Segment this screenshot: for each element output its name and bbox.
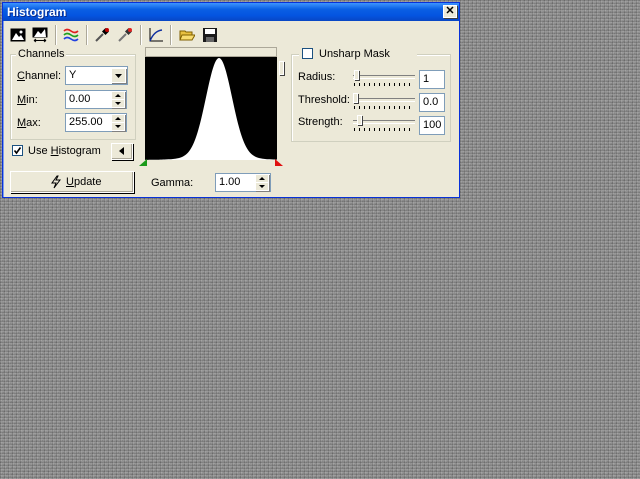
strength-slider-thumb[interactable] (357, 115, 362, 125)
toolbar-separator (140, 25, 142, 45)
max-label: Max: (17, 117, 41, 129)
arrow-up-icon (115, 94, 121, 97)
play-left-icon (119, 147, 124, 155)
checkmark-icon (13, 147, 22, 155)
histogram-top-strip (145, 47, 277, 57)
eyedropper-red-icon (118, 27, 133, 42)
arrow-down-icon (259, 185, 265, 188)
histogram-plot (145, 57, 277, 160)
channel-select[interactable]: Y (65, 66, 128, 85)
black-point-marker-icon[interactable] (139, 159, 147, 166)
strength-value: 100 (423, 119, 442, 131)
arrow-down-icon (115, 102, 121, 105)
use-histogram-label[interactable]: Use Histogram (28, 145, 101, 157)
max-input[interactable]: 255.00 (65, 113, 127, 132)
white-point-picker-button[interactable] (115, 25, 135, 45)
strength-input[interactable]: 100 (419, 116, 445, 135)
image-arrows-icon (32, 27, 48, 43)
threshold-input[interactable]: 0.0 (419, 93, 445, 112)
histogram-window: Histogram ✕ Channels Channel: Y Min: 0.0… (2, 2, 460, 198)
min-value: 0.00 (69, 93, 91, 105)
arrow-up-icon (259, 177, 265, 180)
radius-slider[interactable] (353, 70, 415, 86)
open-folder-icon (179, 30, 195, 41)
close-button[interactable]: ✕ (443, 5, 457, 18)
white-point-marker-icon[interactable] (275, 159, 283, 166)
channels-legend: Channels (16, 48, 67, 60)
toolbar-separator (170, 25, 172, 45)
toolbar-separator (55, 25, 57, 45)
max-spin-down[interactable] (111, 122, 125, 131)
save-button[interactable] (200, 25, 220, 45)
resize-image-button[interactable] (30, 25, 50, 45)
radius-label: Radius: (298, 71, 336, 83)
color-waves-icon (63, 28, 79, 42)
collapse-button[interactable] (111, 143, 133, 160)
min-spin-down[interactable] (111, 99, 125, 108)
channels-button[interactable] (61, 25, 81, 45)
channel-label: Channel: (17, 70, 62, 82)
chevron-down-icon (115, 74, 122, 78)
max-value: 255.00 (69, 116, 103, 128)
threshold-slider[interactable] (353, 93, 415, 109)
min-label: Min: (17, 94, 38, 106)
window-title: Histogram (7, 5, 67, 19)
radius-value: 1 (423, 73, 430, 85)
threshold-slider-thumb[interactable] (353, 93, 358, 103)
update-label: Update (66, 176, 102, 188)
gamma-spin-down[interactable] (255, 182, 269, 191)
close-icon: ✕ (445, 5, 455, 17)
use-histogram-checkbox[interactable] (12, 145, 23, 156)
save-disk-icon (203, 28, 217, 42)
unsharp-mask-label[interactable]: Unsharp Mask (319, 48, 390, 60)
threshold-label: Threshold: (298, 94, 350, 106)
min-input[interactable]: 0.00 (65, 90, 127, 109)
threshold-value: 0.0 (423, 96, 439, 108)
lightning-icon (51, 175, 61, 189)
strength-label: Strength: (298, 116, 343, 128)
histogram-curve (145, 58, 277, 160)
radius-input[interactable]: 1 (419, 70, 445, 89)
strength-slider[interactable] (353, 115, 415, 131)
update-button[interactable]: Update (10, 171, 134, 193)
unsharp-mask-checkbox[interactable] (302, 48, 313, 59)
black-point-picker-button[interactable] (92, 25, 112, 45)
output-level-handle[interactable] (279, 61, 284, 75)
arrow-up-icon (115, 117, 121, 120)
unsharp-legend: Unsharp Mask (299, 47, 417, 61)
gamma-label: Gamma: (151, 177, 194, 189)
gamma-input[interactable]: 1.00 (215, 173, 271, 192)
image-icon (10, 28, 26, 42)
gamma-value: 1.00 (219, 176, 241, 188)
title-bar[interactable]: Histogram ✕ (3, 3, 459, 21)
curve-icon (149, 28, 163, 42)
radius-slider-thumb[interactable] (354, 70, 359, 80)
channel-value: Y (69, 69, 77, 81)
eyedropper-black-icon (95, 27, 110, 42)
channel-dropdown-button[interactable] (111, 68, 126, 83)
curves-button[interactable] (146, 25, 166, 45)
arrow-down-icon (115, 125, 121, 128)
load-image-button[interactable] (8, 25, 28, 45)
toolbar-separator (86, 25, 88, 45)
open-button[interactable] (177, 25, 197, 45)
